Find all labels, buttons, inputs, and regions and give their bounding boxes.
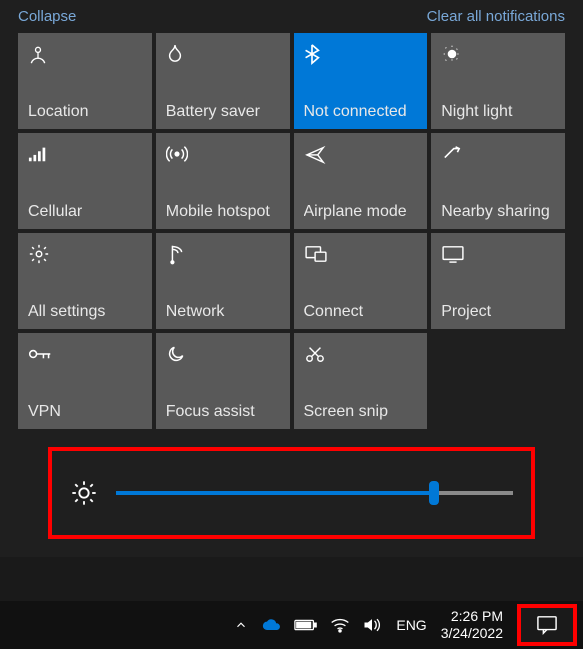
- focus-icon: [166, 343, 282, 365]
- tile-label: Location: [28, 103, 144, 121]
- action-center-button[interactable]: [517, 604, 577, 646]
- tile-project[interactable]: Project: [431, 233, 565, 329]
- settings-icon: [28, 243, 144, 265]
- tile-settings[interactable]: All settings: [18, 233, 152, 329]
- brightness-slider[interactable]: [116, 481, 513, 505]
- volume-icon[interactable]: [362, 617, 382, 633]
- brightness-row: [48, 447, 535, 539]
- taskbar: ENG 2:26 PM 3/24/2022: [0, 601, 583, 649]
- night-light-icon: [441, 43, 557, 65]
- tile-label: Battery saver: [166, 103, 282, 121]
- date-text: 3/24/2022: [441, 625, 503, 643]
- tile-label: Connect: [304, 303, 420, 321]
- tile-bluetooth[interactable]: Not connected: [294, 33, 428, 129]
- nearby-icon: [441, 143, 557, 165]
- tile-snip[interactable]: Screen snip: [294, 333, 428, 429]
- collapse-link[interactable]: Collapse: [18, 8, 76, 25]
- tile-vpn[interactable]: VPN: [18, 333, 152, 429]
- tile-label: Nearby sharing: [441, 203, 557, 221]
- battery-saver-icon: [166, 43, 282, 65]
- tile-cellular[interactable]: Cellular: [18, 133, 152, 229]
- tile-label: Screen snip: [304, 403, 420, 421]
- airplane-icon: [304, 143, 420, 165]
- tile-label: Mobile hotspot: [166, 203, 282, 221]
- project-icon: [441, 243, 557, 265]
- tile-connect[interactable]: Connect: [294, 233, 428, 329]
- clock[interactable]: 2:26 PM 3/24/2022: [441, 608, 503, 643]
- brightness-icon: [70, 479, 98, 507]
- action-center-panel: Collapse Clear all notifications Locatio…: [0, 0, 583, 557]
- wifi-icon[interactable]: [330, 617, 350, 633]
- connect-icon: [304, 243, 420, 265]
- tile-label: VPN: [28, 403, 144, 421]
- tile-label: Night light: [441, 103, 557, 121]
- hotspot-icon: [166, 143, 282, 165]
- tile-label: Project: [441, 303, 557, 321]
- tile-label: Focus assist: [166, 403, 282, 421]
- bluetooth-icon: [304, 43, 420, 65]
- time-text: 2:26 PM: [441, 608, 503, 626]
- snip-icon: [304, 343, 420, 365]
- tile-label: Not connected: [304, 103, 420, 121]
- tile-hotspot[interactable]: Mobile hotspot: [156, 133, 290, 229]
- tile-airplane[interactable]: Airplane mode: [294, 133, 428, 229]
- tile-nearby[interactable]: Nearby sharing: [431, 133, 565, 229]
- slider-thumb[interactable]: [429, 481, 439, 505]
- vpn-icon: [28, 343, 144, 365]
- tile-label: Airplane mode: [304, 203, 420, 221]
- tile-label: All settings: [28, 303, 144, 321]
- clear-all-link[interactable]: Clear all notifications: [427, 8, 565, 25]
- slider-fill: [116, 491, 434, 495]
- tile-location[interactable]: Location: [18, 33, 152, 129]
- quick-action-tiles: Location Battery saver Not connected Night …: [18, 33, 565, 429]
- header: Collapse Clear all notifications: [18, 8, 565, 33]
- network-icon: [166, 243, 282, 265]
- language-indicator[interactable]: ENG: [396, 617, 426, 633]
- tile-battery-saver[interactable]: Battery saver: [156, 33, 290, 129]
- tile-network[interactable]: Network: [156, 233, 290, 329]
- battery-icon[interactable]: [294, 618, 318, 632]
- tile-focus[interactable]: Focus assist: [156, 333, 290, 429]
- cellular-icon: [28, 143, 144, 165]
- tile-night-light[interactable]: Night light: [431, 33, 565, 129]
- tile-label: Network: [166, 303, 282, 321]
- tray-overflow-icon[interactable]: [234, 618, 248, 632]
- location-icon: [28, 43, 144, 65]
- onedrive-icon[interactable]: [262, 618, 282, 632]
- tile-label: Cellular: [28, 203, 144, 221]
